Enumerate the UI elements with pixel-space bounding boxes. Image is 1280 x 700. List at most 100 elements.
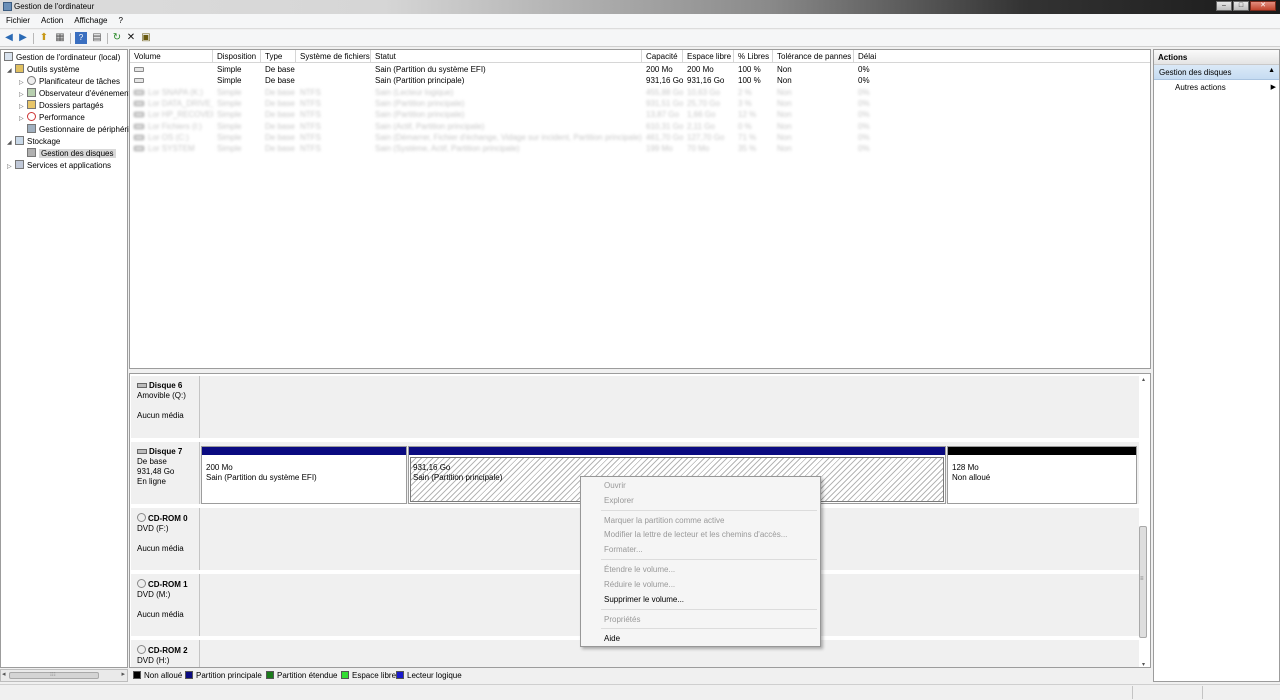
forward-icon[interactable]: ▶: [17, 32, 29, 44]
menu-item-ouvrir[interactable]: Ouvrir: [604, 479, 626, 492]
tree-horizontal-scrollbar[interactable]: ◂ ⁝⁝⁝ ▸: [0, 669, 128, 682]
column-header-pct-libres[interactable]: % Libres: [734, 50, 773, 63]
table-cell: NTFS: [300, 144, 321, 154]
close-button[interactable]: ✕: [1250, 1, 1276, 11]
column-header-volume[interactable]: Volume: [130, 50, 213, 63]
column-header-capacite[interactable]: Capacité: [642, 50, 683, 63]
column-header-disposition[interactable]: Disposition: [213, 50, 261, 63]
event-viewer-icon: [27, 88, 36, 97]
table-row[interactable]: Lor SYSTEM Simple De base NTFS Sain (Système…: [130, 143, 1150, 154]
table-row[interactable]: Lor SNAPA (K:) Simple De base NTFS Sain (Lec…: [130, 87, 1150, 98]
menu-item-reduire-volume[interactable]: Réduire le volume...: [604, 578, 675, 591]
cdrom-0-state: Aucun média: [137, 544, 184, 553]
column-header-type[interactable]: Type: [261, 50, 296, 63]
show-tree-icon[interactable]: ▦: [54, 32, 66, 44]
computer-icon: [4, 52, 13, 61]
tree-item-observateur[interactable]: ▷ Observateur d'événements: [19, 88, 135, 100]
properties-icon[interactable]: ▣: [140, 32, 152, 44]
tree-item-gestionnaire-peripheriques[interactable]: Gestionnaire de périphériques: [19, 124, 146, 136]
menu-action[interactable]: Action: [35, 14, 68, 25]
minimize-button[interactable]: –: [1216, 1, 1232, 11]
table-cell: Lor DATA_DRIVE_1 (E:): [130, 98, 213, 109]
menu-help[interactable]: ?: [112, 14, 127, 25]
partition-non-alloue[interactable]: 128 Mo Non alloué: [947, 446, 1137, 504]
expand-arrow-icon[interactable]: ◢: [7, 65, 15, 77]
table-row[interactable]: Simple De base Sain (Partition du système …: [130, 64, 1150, 75]
expand-arrow-icon[interactable]: ◢: [7, 137, 15, 149]
column-header-filesystem[interactable]: Système de fichiers: [296, 50, 371, 63]
actions-section-gestion-disques[interactable]: Gestion des disques ▲: [1154, 65, 1279, 80]
scroll-up-icon[interactable]: ▴: [1139, 376, 1148, 383]
tree-item-gestion-des-disques[interactable]: Gestion des disques: [19, 148, 116, 160]
up-folder-icon[interactable]: ⬆: [38, 32, 50, 44]
table-row[interactable]: Lor HP_RECOVERY (D:) Simple De base NTFS Sai…: [130, 109, 1150, 120]
disk-6-row[interactable]: Disque 6 Amovible (Q:) Aucun média: [131, 376, 1139, 440]
tree-root[interactable]: Gestion de l'ordinateur (local): [4, 52, 120, 64]
disk-6-info[interactable]: Disque 6 Amovible (Q:) Aucun média: [131, 376, 200, 438]
table-cell: 931,16 Go: [646, 76, 683, 86]
submenu-arrow-icon: ▶: [1270, 84, 1276, 91]
autres-actions-item[interactable]: Autres actions ▶: [1154, 80, 1279, 95]
tree-item-stockage[interactable]: ◢ Stockage: [7, 136, 60, 148]
menu-item-proprietes[interactable]: Propriétés: [604, 613, 640, 626]
table-cell: 0%: [858, 98, 870, 108]
menu-item-modifier-lettre[interactable]: Modifier la lettre de lecteur et les che…: [604, 528, 787, 541]
cdrom-0-info[interactable]: CD-ROM 0 DVD (F:) Aucun média: [131, 508, 200, 570]
help-icon[interactable]: ?: [75, 32, 87, 44]
table-cell: 12 %: [738, 110, 757, 120]
disk-6-area[interactable]: [201, 376, 1139, 438]
menu-item-marquer-active[interactable]: Marquer la partition comme active: [604, 514, 725, 527]
disk-icon: [137, 449, 147, 454]
partition-efi[interactable]: 200 Mo Sain (Partition du système EFI): [201, 446, 407, 504]
scroll-left-icon[interactable]: ◂: [2, 670, 6, 678]
refresh-icon[interactable]: ↻: [111, 32, 123, 44]
table-cell: De base: [265, 132, 295, 142]
computer-management-icon: [3, 2, 12, 11]
collapse-caret-icon[interactable]: ▲: [1268, 67, 1275, 74]
table-cell: 455,88 Go: [646, 87, 683, 97]
legend-non-alloue: Non alloué: [133, 671, 182, 680]
column-header-delai[interactable]: Délai: [854, 50, 914, 63]
tree-item-dossiers-partages[interactable]: ▷ Dossiers partagés: [19, 100, 103, 112]
scroll-down-icon[interactable]: ▾: [1139, 661, 1148, 667]
graph-vertical-scrollbar[interactable]: ▴ ≡ ▾: [1139, 376, 1148, 667]
view-icon[interactable]: ▤: [91, 32, 103, 44]
table-row[interactable]: Simple De base Sain (Partition principale)…: [130, 75, 1150, 86]
table-row[interactable]: Lor DATA_DRIVE_1 (E:) Simple De base NTFS Sa…: [130, 98, 1150, 109]
tree-item-services-applications[interactable]: ▷ Services et applications: [7, 160, 111, 172]
cdrom-1-info[interactable]: CD-ROM 1 DVD (M:) Aucun média: [131, 574, 200, 636]
actions-header: Actions: [1154, 50, 1279, 65]
menu-item-supprimer-volume[interactable]: Supprimer le volume...: [604, 593, 684, 606]
column-header-espace-libre[interactable]: Espace libre: [683, 50, 734, 63]
cdrom-1-name: CD-ROM 1: [137, 579, 199, 590]
tree-item-outils-systeme[interactable]: ◢ Outils système: [7, 64, 79, 76]
drive-icon: [134, 134, 144, 140]
scroll-right-icon[interactable]: ▸: [121, 670, 125, 678]
table-cell: 100 %: [738, 76, 761, 86]
table-cell: Sain (Démarrer, Fichier d'échange, Vidag…: [375, 132, 642, 142]
column-header-tolerance[interactable]: Tolérance de pannes: [773, 50, 854, 63]
tree-item-performance[interactable]: ▷ Performance: [19, 112, 85, 124]
expand-arrow-icon[interactable]: ▷: [7, 161, 15, 173]
table-cell: Non: [777, 76, 792, 86]
menu-item-aide[interactable]: Aide: [604, 632, 620, 645]
menu-fichier[interactable]: Fichier: [0, 14, 35, 25]
scrollbar-thumb[interactable]: [1139, 526, 1147, 638]
scroll-grip-icon: ⁝⁝⁝: [50, 672, 56, 678]
menu-item-etendre-volume[interactable]: Étendre le volume...: [604, 563, 675, 576]
cdrom-2-info[interactable]: CD-ROM 2 DVD (H:): [131, 640, 200, 667]
menu-item-formater[interactable]: Formater...: [604, 543, 643, 556]
column-header-statut[interactable]: Statut: [371, 50, 642, 63]
table-cell: Non: [777, 98, 792, 108]
table-row[interactable]: Lor OS (C:) Simple De base NTFS Sain (Démarr…: [130, 132, 1150, 143]
maximize-button[interactable]: □: [1233, 1, 1249, 11]
disk-7-info[interactable]: Disque 7 De base 931,48 Go En ligne: [131, 442, 200, 504]
menu-item-explorer[interactable]: Explorer: [604, 494, 634, 507]
tree-item-planificateur[interactable]: ▷ Planificateur de tâches: [19, 76, 120, 88]
menu-affichage[interactable]: Affichage: [68, 14, 112, 25]
table-row[interactable]: Lor Fichiers (I:) Simple De base NTFS Sain (…: [130, 121, 1150, 132]
back-icon[interactable]: ◀: [3, 32, 15, 44]
partition-efi-bar: [202, 447, 406, 455]
scrollbar-thumb[interactable]: ⁝⁝⁝: [9, 672, 99, 679]
delete-icon[interactable]: ✕: [125, 32, 137, 44]
